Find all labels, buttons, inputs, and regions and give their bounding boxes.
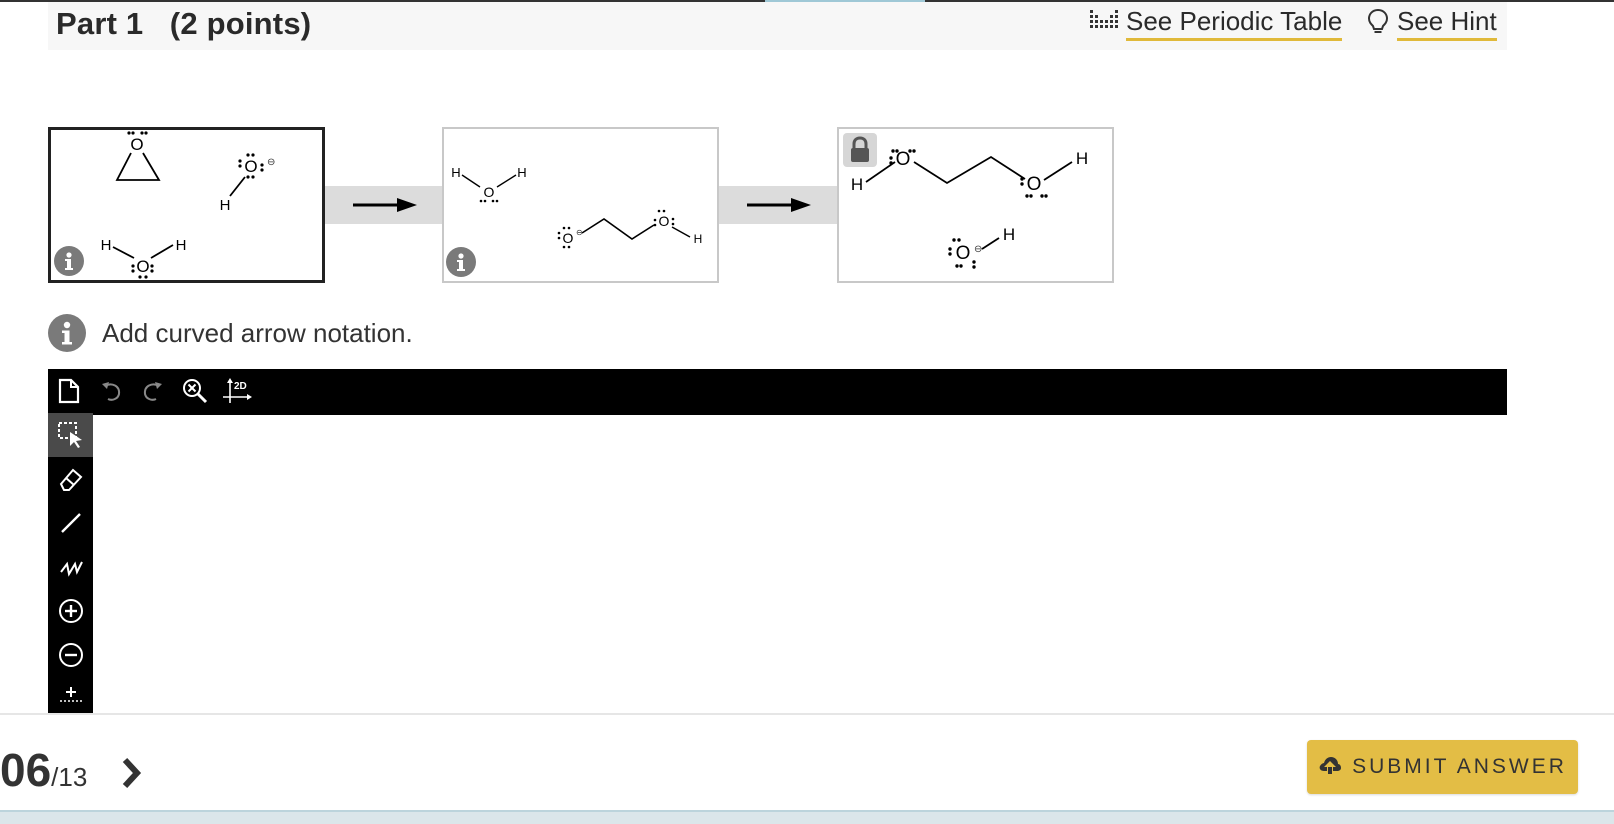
editor-top-toolbar: 2D [48, 369, 1507, 413]
cloud-upload-icon [1318, 755, 1342, 780]
lightbulb-icon [1367, 8, 1389, 41]
selection-tool-button[interactable] [48, 413, 93, 457]
lone-pair-tool-button[interactable] [48, 677, 93, 713]
zoom-clear-button[interactable] [174, 369, 216, 413]
svg-text:H: H [694, 232, 703, 246]
reaction-arrow-icon [747, 198, 811, 212]
eraser-tool-button[interactable] [48, 457, 93, 501]
svg-text:O: O [1027, 174, 1042, 195]
part-header: Part 1 (2 points) See Periodic Table See… [48, 2, 1507, 50]
reaction-arrow-icon [353, 198, 417, 212]
reaction-arrow-connector-1 [325, 186, 442, 224]
svg-text:H: H [101, 237, 112, 254]
reaction-arrow-connector-2 [719, 186, 837, 224]
new-document-button[interactable] [48, 369, 90, 413]
svg-text:O: O [244, 157, 257, 176]
ethylene-glycol-molecule: H O O H [851, 149, 1088, 198]
instruction-text: Add curved arrow notation. [102, 317, 413, 348]
alkoxide-alcohol-molecule: O ⊖ O H [557, 209, 703, 249]
clean-2d-button[interactable]: 2D [216, 369, 258, 413]
info-icon[interactable] [48, 314, 86, 352]
svg-text:H: H [851, 175, 863, 194]
undo-button[interactable] [90, 369, 132, 413]
footer-bar: 06 /13 SUBMIT ANSWER [0, 713, 1614, 824]
submit-answer-button[interactable]: SUBMIT ANSWER [1307, 740, 1578, 794]
scheme-step-3-locked[interactable]: H O O H O ⊖ H [837, 127, 1114, 283]
svg-text:H: H [517, 165, 526, 180]
svg-text:2D: 2D [234, 381, 247, 392]
scheme-step-1[interactable]: O O ⊖ H H H O [48, 127, 325, 283]
svg-text:O: O [136, 257, 149, 276]
svg-text:H: H [176, 237, 187, 254]
svg-text:H: H [1076, 149, 1088, 168]
see-periodic-table-link[interactable]: See Periodic Table [1088, 6, 1343, 41]
svg-text:O: O [563, 230, 574, 246]
see-hint-label[interactable]: See Hint [1397, 6, 1497, 41]
molecule-editor: 2D H C N O S [48, 369, 1507, 713]
hydroxide-molecule: O ⊖ H [220, 153, 275, 214]
svg-text:H: H [220, 197, 231, 214]
current-question-number: 06 [0, 744, 52, 796]
svg-text:O: O [956, 243, 971, 264]
positive-charge-button[interactable] [48, 589, 93, 633]
periodic-table-icon [1088, 8, 1118, 39]
water-molecule: H H O [101, 237, 187, 279]
svg-text:⊖: ⊖ [267, 157, 275, 168]
info-icon[interactable] [54, 246, 84, 276]
drawing-canvas[interactable] [93, 415, 1507, 713]
water-molecule: H H O [451, 165, 527, 203]
svg-text:H: H [1003, 225, 1015, 244]
question-counter: 06 /13 [0, 743, 87, 797]
part-title: Part 1 (2 points) [56, 6, 312, 41]
chain-tool-button[interactable] [48, 545, 93, 589]
negative-charge-button[interactable] [48, 633, 93, 677]
see-hint-link[interactable]: See Hint [1367, 6, 1497, 41]
info-icon[interactable] [446, 247, 476, 277]
editor-left-toolbar [48, 413, 93, 713]
scheme-step-2[interactable]: H H O O ⊖ O H [442, 127, 719, 283]
instruction-row: Add curved arrow notation. [48, 314, 413, 352]
svg-text:O: O [484, 184, 495, 200]
svg-text:H: H [451, 165, 460, 180]
see-periodic-table-label[interactable]: See Periodic Table [1126, 6, 1343, 41]
submit-answer-label: SUBMIT ANSWER [1352, 755, 1567, 778]
svg-text:⊖: ⊖ [974, 244, 982, 255]
single-bond-tool-button[interactable] [48, 501, 93, 545]
total-questions: /13 [51, 762, 88, 792]
chevron-right-icon[interactable] [116, 753, 146, 793]
svg-text:O: O [659, 213, 670, 229]
redo-button[interactable] [132, 369, 174, 413]
svg-text:O: O [130, 135, 143, 154]
epoxide-molecule: O [115, 131, 161, 181]
hydroxide-molecule: O ⊖ H [948, 225, 1015, 269]
